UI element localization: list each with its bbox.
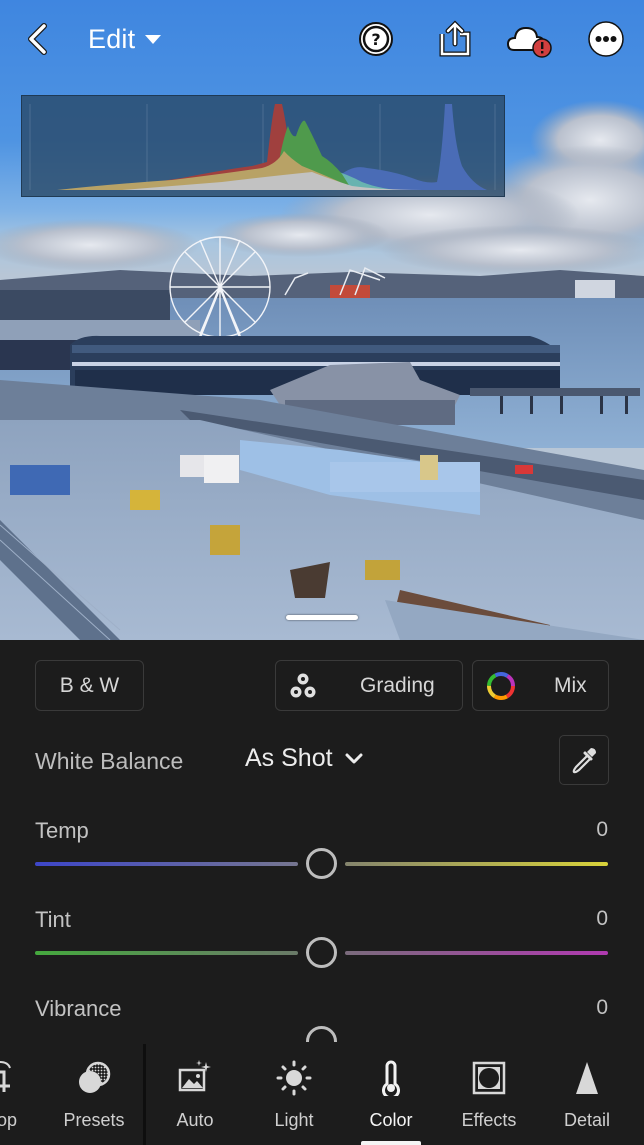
caret-down-icon	[145, 34, 162, 44]
tool-crop-label: Crop	[0, 1110, 17, 1130]
tool-detail-label: Detail	[563, 1110, 611, 1130]
mix-label: Mix	[554, 673, 587, 697]
toolbar-divider	[143, 1044, 146, 1145]
share-icon	[439, 20, 471, 57]
tool-presets[interactable]: Presets	[49, 1042, 139, 1145]
tint-label: Tint	[35, 907, 71, 932]
tool-auto-label: Auto	[176, 1110, 214, 1130]
crop-icon	[0, 1061, 11, 1092]
photo-canvas[interactable]: Edit ?	[0, 0, 644, 640]
eyedropper-icon	[572, 748, 596, 774]
cloud-sync-error-icon	[506, 26, 552, 58]
vibrance-slider-row: Vibrance 0	[0, 996, 644, 1042]
grading-icon	[290, 673, 316, 697]
temp-track-right[interactable]	[345, 862, 608, 866]
white-balance-value: As Shot	[245, 744, 333, 772]
tint-value[interactable]: 0	[596, 907, 608, 931]
tint-slider-row: Tint 0	[0, 907, 644, 987]
temp-value[interactable]: 0	[596, 818, 608, 842]
cloud-sync-button[interactable]	[506, 20, 554, 58]
presets-icon	[79, 1061, 111, 1093]
tool-effects-label: Effects	[461, 1110, 517, 1130]
tool-auto[interactable]: Auto	[150, 1042, 240, 1145]
ferris-wheel	[169, 236, 271, 338]
white-balance-label: White Balance	[35, 748, 184, 774]
color-icon	[382, 1060, 400, 1096]
color-panel: B & W Grading Mix White Balance As Shot	[0, 640, 644, 1042]
vibrance-value[interactable]: 0	[596, 996, 608, 1020]
white-balance-dropdown[interactable]: As Shot	[245, 744, 363, 773]
bottom-toolbar: Crop Presets Auto	[0, 1042, 644, 1145]
help-icon: ?	[359, 22, 393, 56]
grading-label: Grading	[360, 673, 435, 697]
detail-icon	[576, 1062, 598, 1094]
tool-color[interactable]: Color	[346, 1042, 436, 1145]
tool-color-label: Color	[369, 1110, 413, 1130]
white-balance-eyedropper-button[interactable]	[559, 735, 609, 785]
tint-track-right[interactable]	[345, 951, 608, 955]
tool-crop[interactable]: Crop	[0, 1042, 45, 1145]
help-button[interactable]: ?	[357, 20, 395, 58]
more-icon	[588, 21, 624, 57]
chevron-left-icon	[28, 23, 47, 55]
tool-light-label: Light	[274, 1110, 314, 1130]
bw-button[interactable]: B & W	[35, 660, 144, 711]
back-button[interactable]	[22, 22, 54, 56]
temp-label: Temp	[35, 818, 89, 843]
auto-icon	[178, 1060, 211, 1092]
temp-slider-row: Temp 0	[0, 818, 644, 898]
tint-slider-thumb[interactable]	[306, 937, 337, 968]
mix-button[interactable]: Mix	[472, 660, 609, 711]
temp-track-left[interactable]	[35, 862, 298, 866]
color-wheel-icon	[487, 671, 515, 700]
more-options-button[interactable]	[587, 20, 625, 58]
tool-effects[interactable]: Effects	[444, 1042, 534, 1145]
histogram[interactable]	[21, 95, 505, 197]
svg-text:?: ?	[371, 30, 380, 49]
chevron-down-icon	[345, 753, 363, 763]
active-tool-indicator	[361, 1141, 421, 1145]
vibrance-slider-thumb[interactable]	[306, 1026, 337, 1042]
grading-button[interactable]: Grading	[275, 660, 463, 711]
edit-mode-dropdown[interactable]: Edit	[88, 22, 162, 56]
temp-slider-thumb[interactable]	[306, 848, 337, 879]
tool-detail[interactable]: Detail	[542, 1042, 632, 1145]
tool-light[interactable]: Light	[249, 1042, 339, 1145]
bw-label: B & W	[59, 673, 120, 697]
share-button[interactable]	[436, 20, 474, 58]
tool-presets-label: Presets	[63, 1110, 125, 1130]
vibrance-label: Vibrance	[35, 996, 122, 1021]
histogram-graph	[29, 104, 496, 190]
top-bar: Edit ?	[0, 0, 644, 80]
edit-mode-label: Edit	[88, 23, 136, 54]
effects-icon	[472, 1061, 506, 1095]
tint-track-left[interactable]	[35, 951, 298, 955]
light-icon	[276, 1060, 312, 1096]
panel-drag-handle[interactable]	[286, 615, 358, 620]
